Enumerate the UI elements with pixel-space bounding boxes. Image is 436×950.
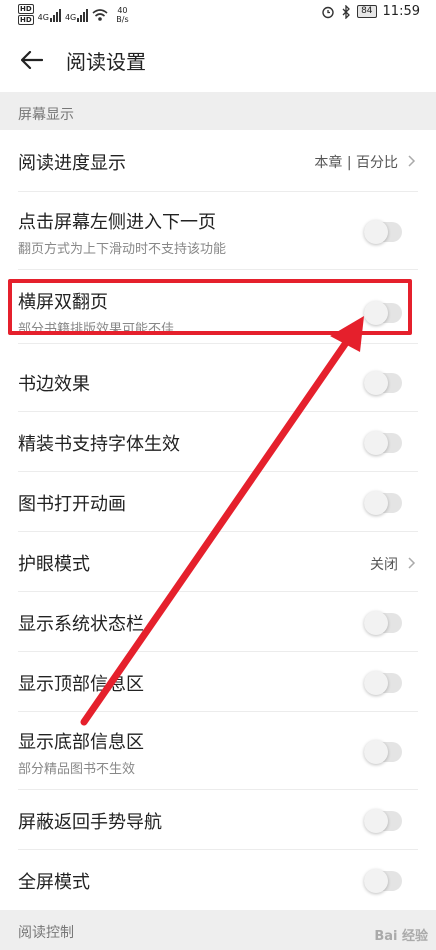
setting-subtitle: 部分书籍排版效果可能不佳 <box>18 322 175 337</box>
toggle-switch[interactable] <box>364 301 402 325</box>
setting-show-system-status-bar[interactable]: 显示系统状态栏 <box>0 592 436 652</box>
chevron-right-icon <box>408 557 416 569</box>
setting-block-back-gesture[interactable]: 屏蔽返回手势导航 <box>0 790 436 850</box>
alarm-icon <box>322 6 334 18</box>
hd-badge: HD <box>18 4 34 14</box>
bluetooth-icon <box>342 4 350 19</box>
setting-show-bottom-info[interactable]: 显示底部信息区 部分精品图书不生效 <box>0 712 436 790</box>
toggle-switch[interactable] <box>364 371 402 395</box>
setting-fullscreen-mode[interactable]: 全屏模式 <box>0 850 436 910</box>
setting-hardcover-font[interactable]: 精装书支持字体生效 <box>0 412 436 472</box>
setting-book-open-animation[interactable]: 图书打开动画 <box>0 472 436 532</box>
setting-title: 显示底部信息区 <box>18 732 144 753</box>
toggle-switch[interactable] <box>364 491 402 515</box>
setting-title: 点击屏幕左侧进入下一页 <box>18 212 216 233</box>
setting-title: 显示系统状态栏 <box>18 614 144 635</box>
setting-title: 显示顶部信息区 <box>18 674 144 695</box>
setting-show-top-info[interactable]: 显示顶部信息区 <box>0 652 436 712</box>
back-arrow-icon <box>21 51 43 69</box>
signal-icon: 4G <box>38 8 61 22</box>
toggle-switch[interactable] <box>364 431 402 455</box>
setting-reading-progress[interactable]: 阅读进度显示 本章 | 百分比 <box>0 130 436 192</box>
setting-title: 屏蔽返回手势导航 <box>18 812 162 833</box>
setting-landscape-double-page[interactable]: 横屏双翻页 部分书籍排版效果可能不佳 <box>0 270 436 344</box>
toggle-switch[interactable] <box>364 809 402 833</box>
section-header-screen-display: 屏幕显示 <box>0 92 436 130</box>
setting-book-edge-effect[interactable]: 书边效果 <box>0 352 436 412</box>
setting-title: 精装书支持字体生效 <box>18 434 180 455</box>
section-header-reading-control: 阅读控制 <box>0 910 436 950</box>
setting-title: 图书打开动画 <box>18 494 126 515</box>
toggle-switch[interactable] <box>364 671 402 695</box>
status-bar: HD HD 4G 4G 40 B/s 84 11:59 <box>0 0 436 28</box>
toggle-switch[interactable] <box>364 740 402 764</box>
setting-title: 横屏双翻页 <box>18 292 108 313</box>
setting-eye-protection[interactable]: 护眼模式 关闭 <box>0 532 436 592</box>
toggle-switch[interactable] <box>364 869 402 893</box>
setting-value: 关闭 <box>370 557 398 573</box>
setting-subtitle: 部分精品图书不生效 <box>18 762 136 777</box>
network-speed: 40 B/s <box>116 5 129 24</box>
setting-title: 护眼模式 <box>18 554 90 575</box>
clock: 11:59 <box>382 4 420 19</box>
setting-title: 全屏模式 <box>18 872 90 893</box>
watermark: Bai 经验 <box>374 929 428 944</box>
battery-indicator: 84 <box>357 5 377 18</box>
setting-value: 本章 | 百分比 <box>314 155 398 171</box>
back-button[interactable] <box>16 44 48 76</box>
setting-subtitle: 翻页方式为上下滑动时不支持该功能 <box>18 242 227 257</box>
chevron-right-icon <box>408 155 416 167</box>
setting-title: 阅读进度显示 <box>18 153 126 174</box>
page-title: 阅读设置 <box>66 50 146 74</box>
toggle-switch[interactable] <box>364 220 402 244</box>
app-bar: 阅读设置 <box>0 28 436 92</box>
signal-icon: 4G <box>65 8 89 22</box>
setting-title: 书边效果 <box>18 374 90 395</box>
toggle-switch[interactable] <box>364 611 402 635</box>
wifi-icon <box>92 8 108 21</box>
hd-badge: HD <box>18 15 34 25</box>
setting-tap-left-next-page[interactable]: 点击屏幕左侧进入下一页 翻页方式为上下滑动时不支持该功能 <box>0 192 436 270</box>
